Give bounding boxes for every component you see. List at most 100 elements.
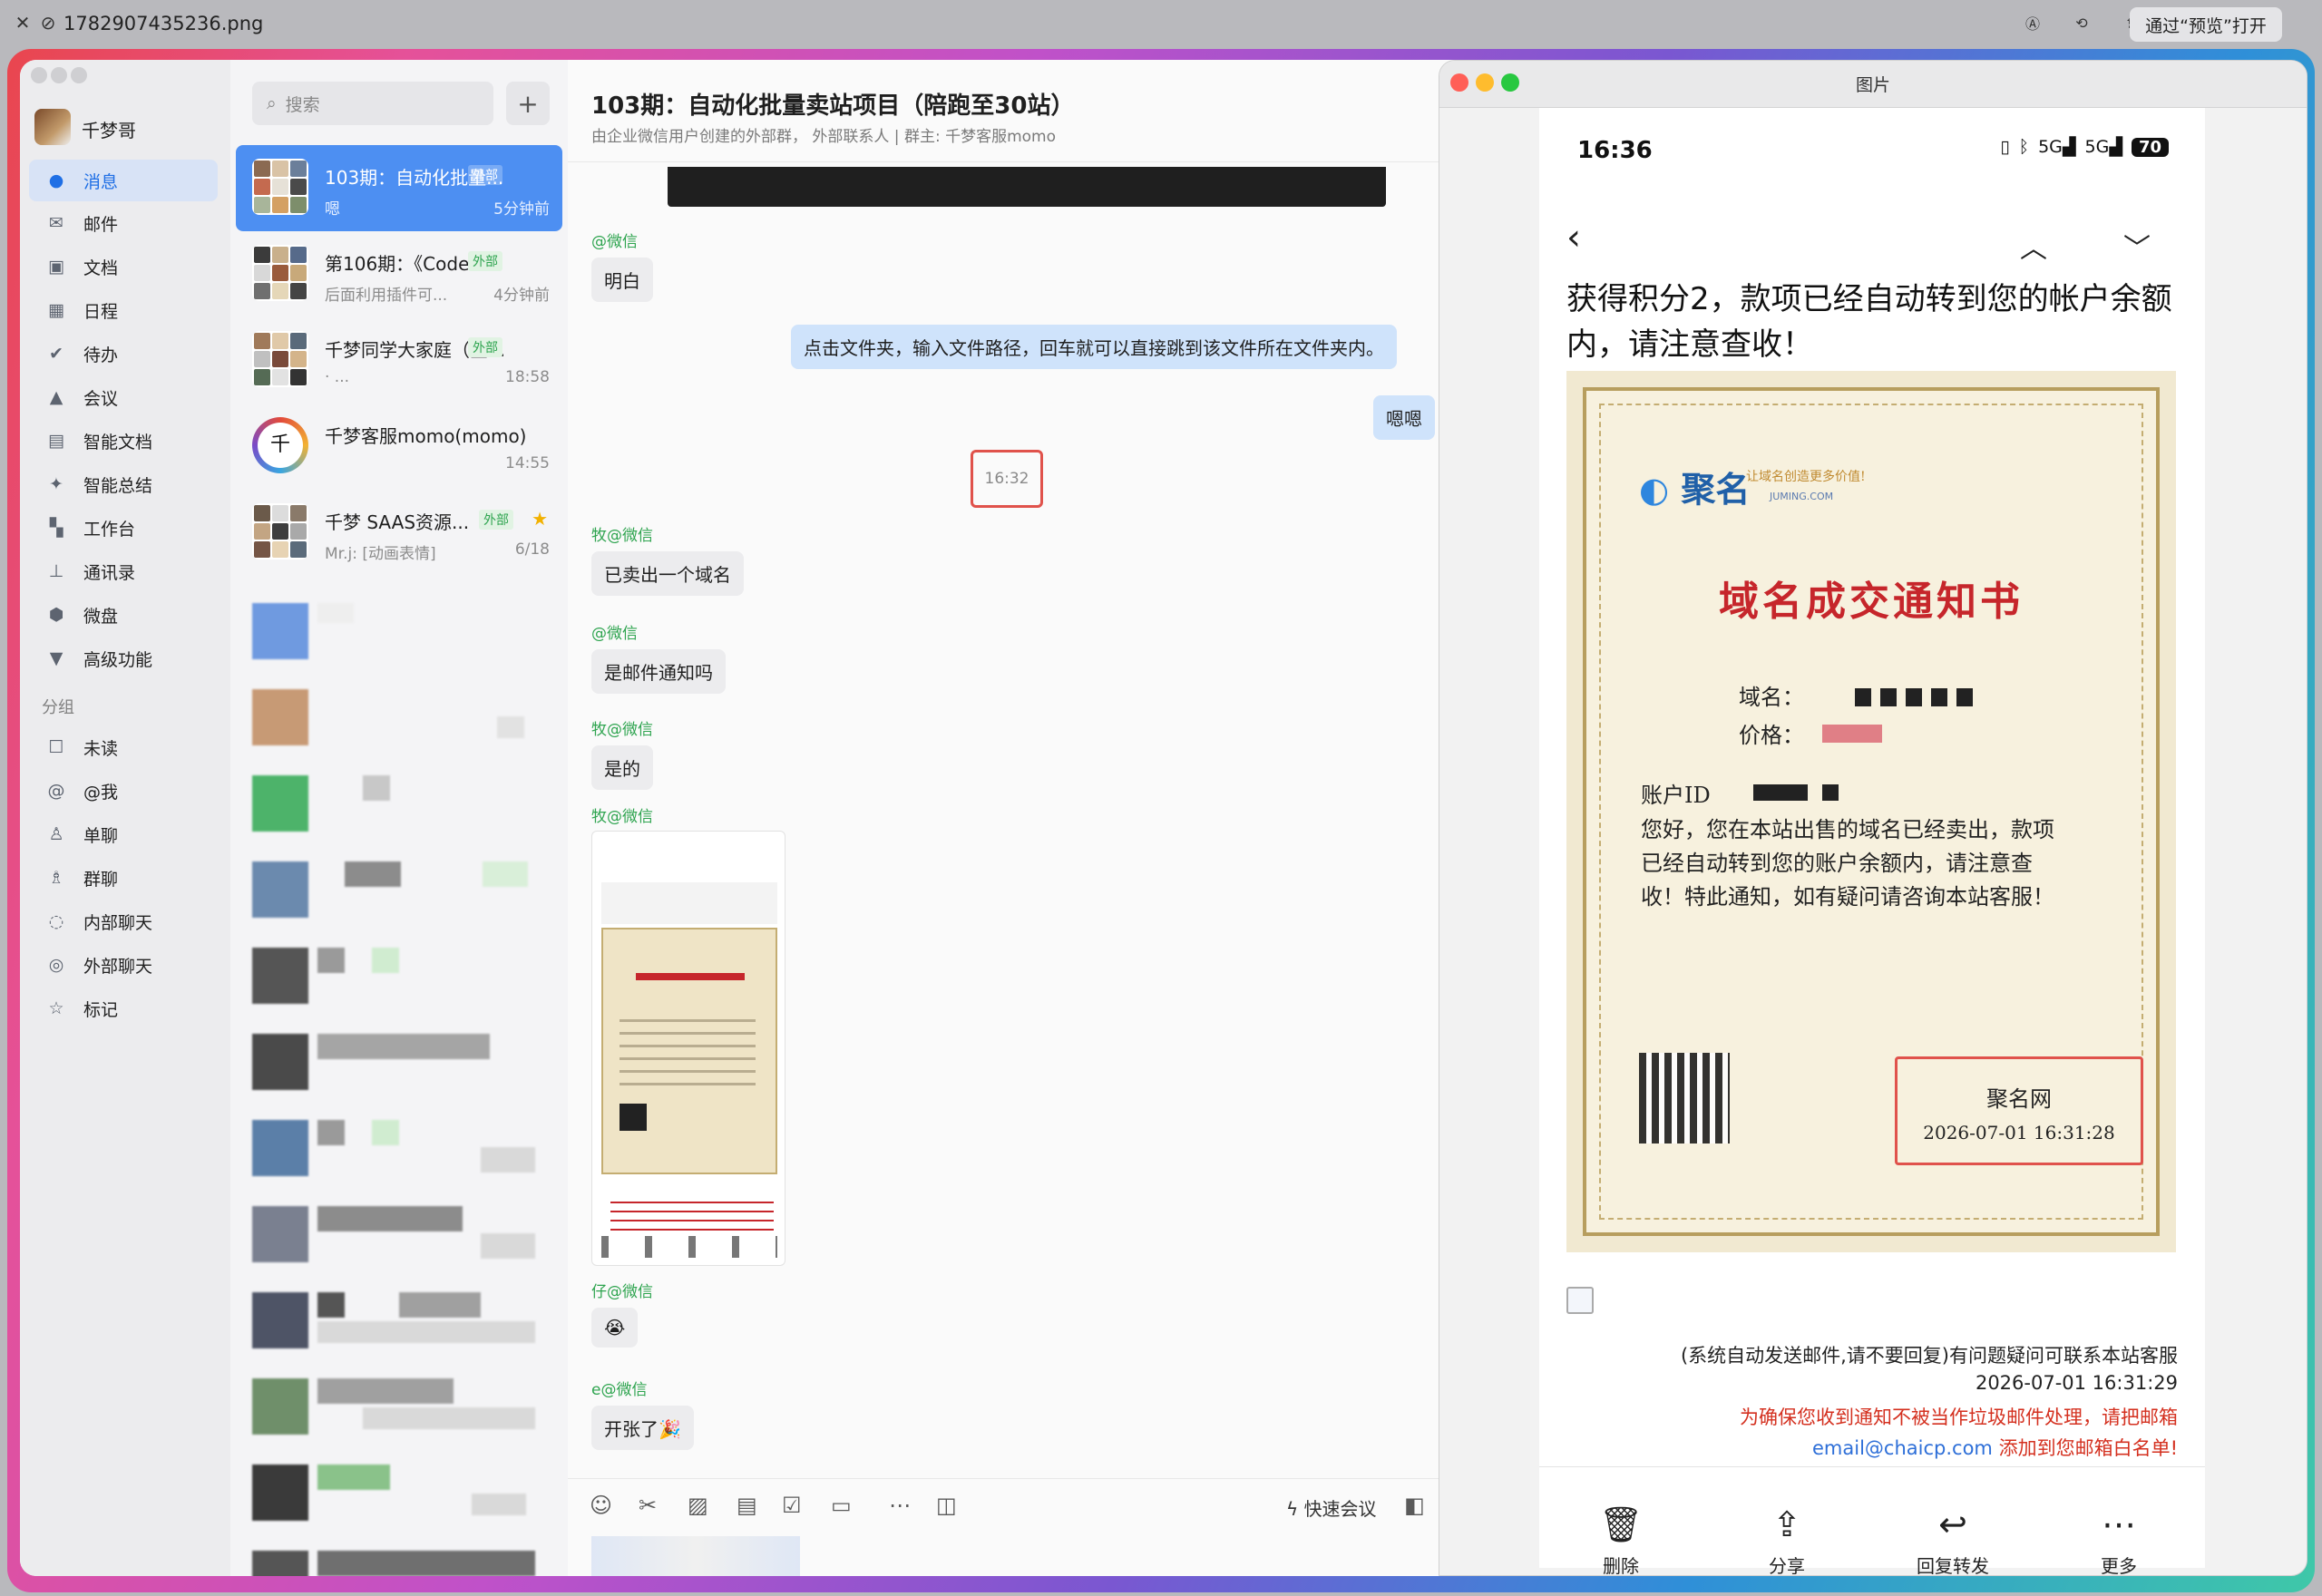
folder-icon[interactable]: ▭ — [831, 1493, 852, 1518]
star-icon[interactable]: ★ — [532, 508, 548, 530]
minimize-dot[interactable] — [51, 67, 67, 83]
price-label: 价格： — [1739, 723, 1804, 748]
zoom-dot[interactable] — [71, 67, 87, 83]
more-button[interactable]: ⋯ 更多 — [2064, 1504, 2173, 1575]
markup-icon[interactable]: Ⓐ — [2019, 9, 2046, 36]
conversation-preview: · ... — [325, 368, 350, 386]
signal-5g-icon: 5G▟ — [2038, 137, 2076, 157]
sidebar-toggle-icon[interactable]: ◧ — [1404, 1493, 1425, 1518]
message-bubble[interactable]: 😭 — [591, 1308, 639, 1348]
chat-subtitle: 由企业微信用户创建的外部群， 外部联系人 | 群主: 千梦客服momo — [591, 128, 1056, 146]
footer-warning: 为确保您收到通知不被当作垃圾邮件处理，请把邮箱 — [1740, 1406, 2178, 1428]
message-bubble[interactable]: 已卖出一个域名 — [591, 551, 744, 596]
message-bubble[interactable]: 开张了🎉 — [591, 1406, 694, 1450]
external-badge: 外部 — [468, 165, 502, 185]
image-icon[interactable]: ▨ — [688, 1493, 708, 1518]
rotate-icon[interactable]: ⟲ — [2068, 9, 2095, 36]
mail-headline: 获得积分2，款项已经自动转到您的帐户余额内，请注意查收！ — [1566, 281, 2172, 363]
message-history-icon[interactable]: ◫ — [936, 1493, 957, 1518]
list-item-blurred[interactable] — [236, 1351, 562, 1437]
conversation-title: 千梦客服momo(momo) — [325, 425, 527, 447]
list-item-blurred[interactable] — [236, 834, 562, 920]
message-bubble[interactable]: 点击文件夹，输入文件路径，回车就可以直接跳到该文件所在文件夹内。 — [791, 325, 1397, 369]
back-icon[interactable]: ‹ — [1566, 217, 1581, 258]
message-bubble[interactable]: 是的 — [591, 745, 653, 790]
bluetooth-icon: ᛒ — [2018, 137, 2030, 157]
delete-button[interactable]: 🗑 删除 — [1566, 1504, 1675, 1575]
conversation-item[interactable]: 第106期：《Codex... 外部 后面利用插件可... 4分钟前 — [236, 231, 562, 317]
task-icon[interactable]: ☑ — [782, 1493, 802, 1518]
image-message[interactable] — [591, 831, 785, 1266]
chevron-down-icon[interactable]: ﹀ — [2123, 226, 2151, 266]
avatar: 千 — [252, 417, 308, 473]
time-divider: 16:32 — [971, 450, 1043, 508]
group-item-internal-chat[interactable]: ◌ 内部聊天 — [29, 900, 218, 942]
close-dot[interactable] — [31, 67, 47, 83]
group-item-at-me[interactable]: @ @我 — [29, 770, 218, 812]
group-avatar — [252, 159, 308, 215]
list-item-blurred[interactable] — [236, 1265, 562, 1351]
emoji-icon[interactable]: ☺ — [590, 1493, 612, 1518]
group-avatar — [252, 503, 308, 560]
message-bubble[interactable]: 嗯嗯 — [1373, 395, 1435, 440]
group-item-unread[interactable]: ☐ 未读 — [29, 726, 218, 768]
conversation-list: ⌕ 搜索 + 103期：自动化批量... 外部 嗯 5分钟前 第106期：《Cod… — [230, 60, 568, 1576]
message-icon: ● — [48, 170, 64, 190]
sidebar-item-calendar[interactable]: ▦ 日程 — [29, 289, 218, 331]
sidebar-item-mail[interactable]: ✉ 邮件 — [29, 202, 218, 244]
sidebar-item-meeting[interactable]: ▲ 会议 — [29, 376, 218, 418]
message-sender: 牧@微信 — [591, 808, 653, 826]
more-icon[interactable]: ⋯ — [889, 1493, 911, 1518]
email-link[interactable]: email@chaicp.com — [1812, 1437, 1993, 1459]
group-item-single-chat[interactable]: ♙ 单聊 — [29, 813, 218, 855]
reply-forward-button[interactable]: ↩ 回复转发 — [1898, 1504, 2007, 1575]
sidebar-item-docs[interactable]: ▣ 文档 — [29, 246, 218, 287]
file-icon[interactable]: ▤ — [737, 1493, 757, 1518]
list-item-blurred[interactable] — [236, 1523, 562, 1576]
drive-icon: ⬢ — [48, 605, 64, 625]
conversation-item[interactable]: 103期：自动化批量... 外部 嗯 5分钟前 — [236, 145, 562, 231]
vibrate-icon: ▯ — [2000, 137, 2010, 157]
group-item-group-chat[interactable]: ♗ 群聊 — [29, 857, 218, 899]
trash-icon: 🗑 — [1598, 1504, 1644, 1544]
add-button[interactable]: + — [506, 82, 550, 125]
advanced-icon: ▼ — [49, 648, 63, 668]
search-input[interactable]: ⌕ 搜索 — [252, 82, 493, 125]
conversation-item[interactable]: 千梦 SAAS资源... 外部 ★ Mr.j: [动画表情] 6/18 — [236, 490, 562, 576]
pending-image-thumbnail[interactable] — [591, 1536, 800, 1576]
message-sender: e@微信 — [591, 1381, 648, 1399]
sidebar-item-smart-summary[interactable]: ✦ 智能总结 — [29, 463, 218, 505]
sidebar-item-workbench[interactable]: ▚ 工作台 — [29, 507, 218, 549]
account-label: 账户ID — [1641, 783, 1711, 808]
message-bubble[interactable]: 明白 — [591, 258, 653, 302]
sidebar-item-messages[interactable]: ● 消息 — [29, 160, 218, 201]
list-item-blurred[interactable] — [236, 920, 562, 1007]
screenshot-icon[interactable]: ✂ — [639, 1493, 657, 1518]
chevron-up-icon[interactable]: ︿ — [2020, 226, 2047, 266]
list-item-blurred[interactable] — [236, 662, 562, 748]
list-item-blurred[interactable] — [236, 1179, 562, 1265]
conversation-time: 18:58 — [505, 368, 550, 386]
conversation-item[interactable]: 千 千梦客服momo(momo) 14:55 — [236, 404, 562, 490]
list-item-blurred[interactable] — [236, 748, 562, 834]
conversation-item[interactable]: 千梦同学大家庭（全... 外部 · ... 18:58 — [236, 317, 562, 404]
open-in-preview-button[interactable]: 通过“预览”打开 — [2130, 7, 2282, 42]
sidebar-item-smart-doc[interactable]: ▤ 智能文档 — [29, 420, 218, 462]
group-item-starred[interactable]: ☆ 标记 — [29, 988, 218, 1029]
avatar[interactable] — [34, 109, 71, 145]
close-icon[interactable]: ✕ — [9, 9, 36, 36]
list-item-blurred[interactable] — [236, 1007, 562, 1093]
list-item-blurred[interactable] — [236, 1437, 562, 1523]
share-button[interactable]: ⇪ 分享 — [1732, 1504, 1841, 1575]
message-bubble[interactable]: 是邮件通知吗 — [591, 649, 726, 694]
message-sender: 仔@微信 — [591, 1283, 653, 1301]
sidebar-item-advanced[interactable]: ▼ 高级功能 — [29, 637, 218, 679]
list-item-blurred[interactable] — [236, 1093, 562, 1179]
quick-meeting-button[interactable]: ϟ 快速会议 — [1286, 1494, 1377, 1521]
sidebar-item-contacts[interactable]: ⊥ 通讯录 — [29, 550, 218, 592]
list-item-blurred[interactable] — [236, 576, 562, 662]
sidebar-item-drive[interactable]: ⬢ 微盘 — [29, 594, 218, 636]
status-icons: ▯ ᛒ 5G▟ 5G▟ 70 — [2000, 137, 2169, 157]
group-item-external-chat[interactable]: ◎ 外部聊天 — [29, 944, 218, 986]
sidebar-item-todo[interactable]: ✔ 待办 — [29, 333, 218, 375]
